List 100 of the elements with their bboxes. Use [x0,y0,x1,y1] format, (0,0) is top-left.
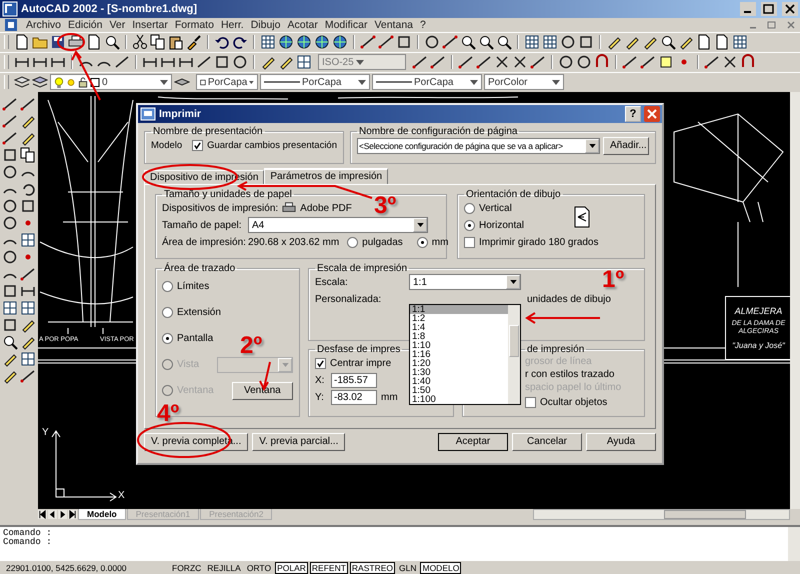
menu-item[interactable]: Archivo [26,18,62,31]
radio-button[interactable] [464,220,475,231]
grid-icon[interactable] [2,300,18,316]
menu-item[interactable]: Ventana [374,18,413,31]
line-icon[interactable] [20,96,36,112]
line-icon[interactable] [20,368,36,384]
clip-icon[interactable] [168,34,184,50]
list-item[interactable]: 1:20 [410,358,508,368]
drawing-canvas[interactable] [38,92,790,510]
status-toggle[interactable]: GLN [397,562,418,574]
circle-icon[interactable] [232,54,248,70]
line-icon[interactable] [20,266,36,282]
menu-item[interactable]: Acotar [287,18,318,31]
line-icon[interactable] [114,54,130,70]
cross-icon[interactable] [512,54,528,70]
menu-item[interactable]: Herr. [220,18,244,31]
grid-icon[interactable] [296,54,312,70]
radio-button[interactable] [464,202,475,214]
brush-icon[interactable] [186,34,202,50]
circle-icon[interactable] [2,214,18,231]
radio-button[interactable] [162,333,173,344]
layers-icon[interactable] [32,74,48,90]
list-item[interactable]: 1:16 [410,350,508,359]
grid-icon[interactable] [20,232,36,248]
layout-tab[interactable]: Modelo [78,509,126,520]
line-icon[interactable] [378,34,394,50]
list-item[interactable]: 1:30 [410,368,508,377]
right-arrow-icon[interactable] [58,510,67,520]
y-offset-field[interactable]: -83.02 [331,390,377,405]
grid-icon[interactable] [732,34,748,50]
cancel-button[interactable]: Cancelar [512,432,582,451]
checkbox[interactable] [525,396,536,408]
layers-icon[interactable] [14,74,30,90]
add-button[interactable]: Añadir... [603,136,649,155]
view-dropdown[interactable] [217,356,293,373]
list-item[interactable]: 1:2 [410,314,508,323]
line-icon[interactable] [2,130,18,146]
menu-item[interactable]: Edición [68,18,102,31]
grid-icon[interactable] [20,350,36,367]
menu-item[interactable]: Insertar [132,18,168,31]
grid-icon[interactable] [20,300,36,316]
line-icon[interactable] [430,54,446,70]
line-icon[interactable] [476,54,492,70]
cross-icon[interactable] [722,54,738,70]
close-icon[interactable] [782,2,798,16]
partial-preview-button[interactable]: V. previa parcial... [252,432,346,451]
horizontal-scrollbar[interactable] [533,509,790,520]
zoom-icon[interactable] [104,34,120,50]
globe-icon[interactable] [296,34,312,50]
accept-button[interactable]: Aceptar [438,432,508,451]
menu-item[interactable]: ? [420,18,426,31]
help-button[interactable]: Ayuda [586,432,656,451]
zoom-icon[interactable] [660,34,676,50]
square-icon[interactable] [214,54,230,70]
line-icon[interactable] [704,54,720,70]
maximize-icon[interactable] [761,2,777,16]
square-icon[interactable] [2,146,18,163]
status-toggle[interactable]: FORZC [170,562,204,574]
page-icon[interactable] [696,34,712,50]
list-item[interactable]: 1:1 [410,304,508,314]
globe-icon[interactable] [278,34,294,50]
dialog-tab[interactable]: Parámetros de impresión [264,168,388,184]
list-item[interactable]: 1:100 [410,394,508,404]
line-icon[interactable] [360,34,376,50]
checkbox[interactable] [464,236,475,248]
status-toggle[interactable]: MODELO [420,562,462,574]
page-icon[interactable] [86,34,102,50]
globe-icon[interactable] [332,34,348,50]
radio-button[interactable] [162,307,173,318]
square-icon[interactable] [2,316,18,333]
square-icon[interactable] [396,34,412,50]
page-icon[interactable] [714,34,730,50]
plot-style-dropdown[interactable]: PorColor [484,74,564,90]
color-dropdown[interactable]: PorCapa [196,74,258,90]
status-toggle[interactable]: RASTREO [350,562,395,574]
page-setup-dropdown[interactable]: <Seleccione configuración de página que se va a aplicar> [357,138,600,154]
zoom-icon[interactable] [2,334,18,350]
circle-icon[interactable] [2,164,18,180]
copy-icon[interactable] [150,34,166,50]
grid-icon[interactable] [542,34,558,50]
scale-dropdown-menu[interactable]: 1:1 1:2 1:4 1:8 1:10 1:16 1:20 1:30 1:40 1:50 1:100 [409,304,521,405]
circle-icon[interactable] [560,34,576,50]
layer-dropdown[interactable]: 0 [50,74,172,90]
circle-icon[interactable] [2,198,18,214]
checkbox[interactable] [192,140,204,151]
line-icon[interactable] [622,54,638,70]
list-scrollbar[interactable] [508,304,520,404]
cross-icon[interactable] [494,54,510,70]
page-icon[interactable] [14,34,30,50]
left-arrow-icon[interactable] [48,510,57,520]
linetype-dropdown[interactable]: PorCapa [260,74,370,90]
menu-item[interactable]: Formato [174,18,214,31]
circle-icon[interactable] [424,34,440,50]
status-toggle[interactable]: POLAR [275,562,308,574]
radio-button[interactable] [347,236,358,248]
circle-icon[interactable] [558,54,574,70]
globe-icon[interactable] [314,34,330,50]
zoom-icon[interactable] [460,34,476,50]
copy-icon[interactable] [20,146,36,163]
redo-icon[interactable] [232,34,248,50]
